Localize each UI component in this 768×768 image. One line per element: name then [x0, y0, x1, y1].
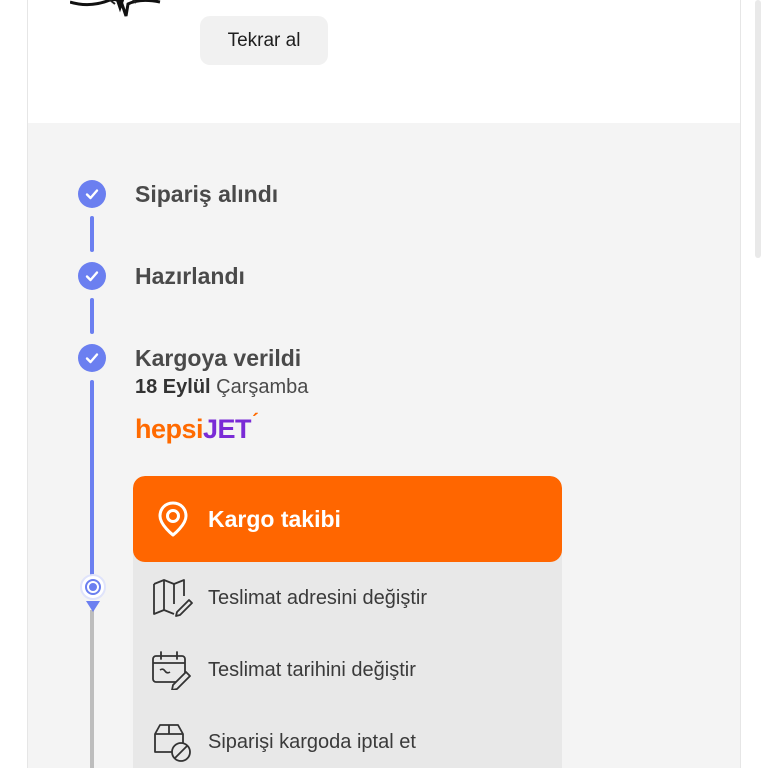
change-date-action[interactable]: Teslimat tarihini değiştir [133, 640, 562, 700]
current-position-marker-icon [80, 574, 106, 612]
step-title-prepared: Hazırlandı [135, 263, 245, 289]
step-completed-icon [78, 180, 106, 208]
step-title-shipped: Kargoya verildi [135, 345, 302, 371]
change-address-action[interactable]: Teslimat adresini değiştir [133, 568, 562, 628]
scrollbar[interactable] [755, 0, 761, 258]
timeline-connector [90, 216, 94, 252]
shipment-actions: Kargo takibi Teslimat adresini değiştir … [133, 476, 562, 768]
calendar-edit-icon [152, 651, 191, 690]
change-address-label: Teslimat adresini değiştir [208, 586, 427, 609]
cancel-shipment-action[interactable]: Siparişi kargoda iptal et [133, 712, 562, 768]
check-icon [85, 271, 99, 282]
check-icon [85, 353, 99, 364]
ship-date: 18 Eylül Çarşamba [135, 376, 308, 399]
box-cancel-icon [154, 724, 191, 762]
timeline-connector-pending [90, 610, 94, 768]
map-edit-icon [153, 579, 193, 617]
cargo-tracking-label: Kargo takibi [208, 505, 341, 532]
check-icon [85, 189, 99, 200]
timeline-connector [90, 380, 94, 576]
product-image [70, 0, 161, 17]
location-pin-icon [158, 501, 188, 537]
change-date-label: Teslimat tarihini değiştir [208, 658, 416, 681]
step-completed-icon [78, 262, 106, 290]
reorder-button[interactable]: Tekrar al [200, 16, 328, 65]
carrier-logo: hepsiJET´ [135, 411, 259, 444]
step-title-order-received: Sipariş alındı [135, 181, 279, 207]
cancel-shipment-label: Siparişi kargoda iptal et [208, 730, 416, 753]
timeline-connector [90, 298, 94, 334]
cargo-tracking-button[interactable]: Kargo takibi [133, 476, 562, 562]
ship-date-day: 18 Eylül [135, 376, 211, 398]
step-completed-icon [78, 344, 106, 372]
ship-date-weekday: Çarşamba [216, 376, 309, 398]
